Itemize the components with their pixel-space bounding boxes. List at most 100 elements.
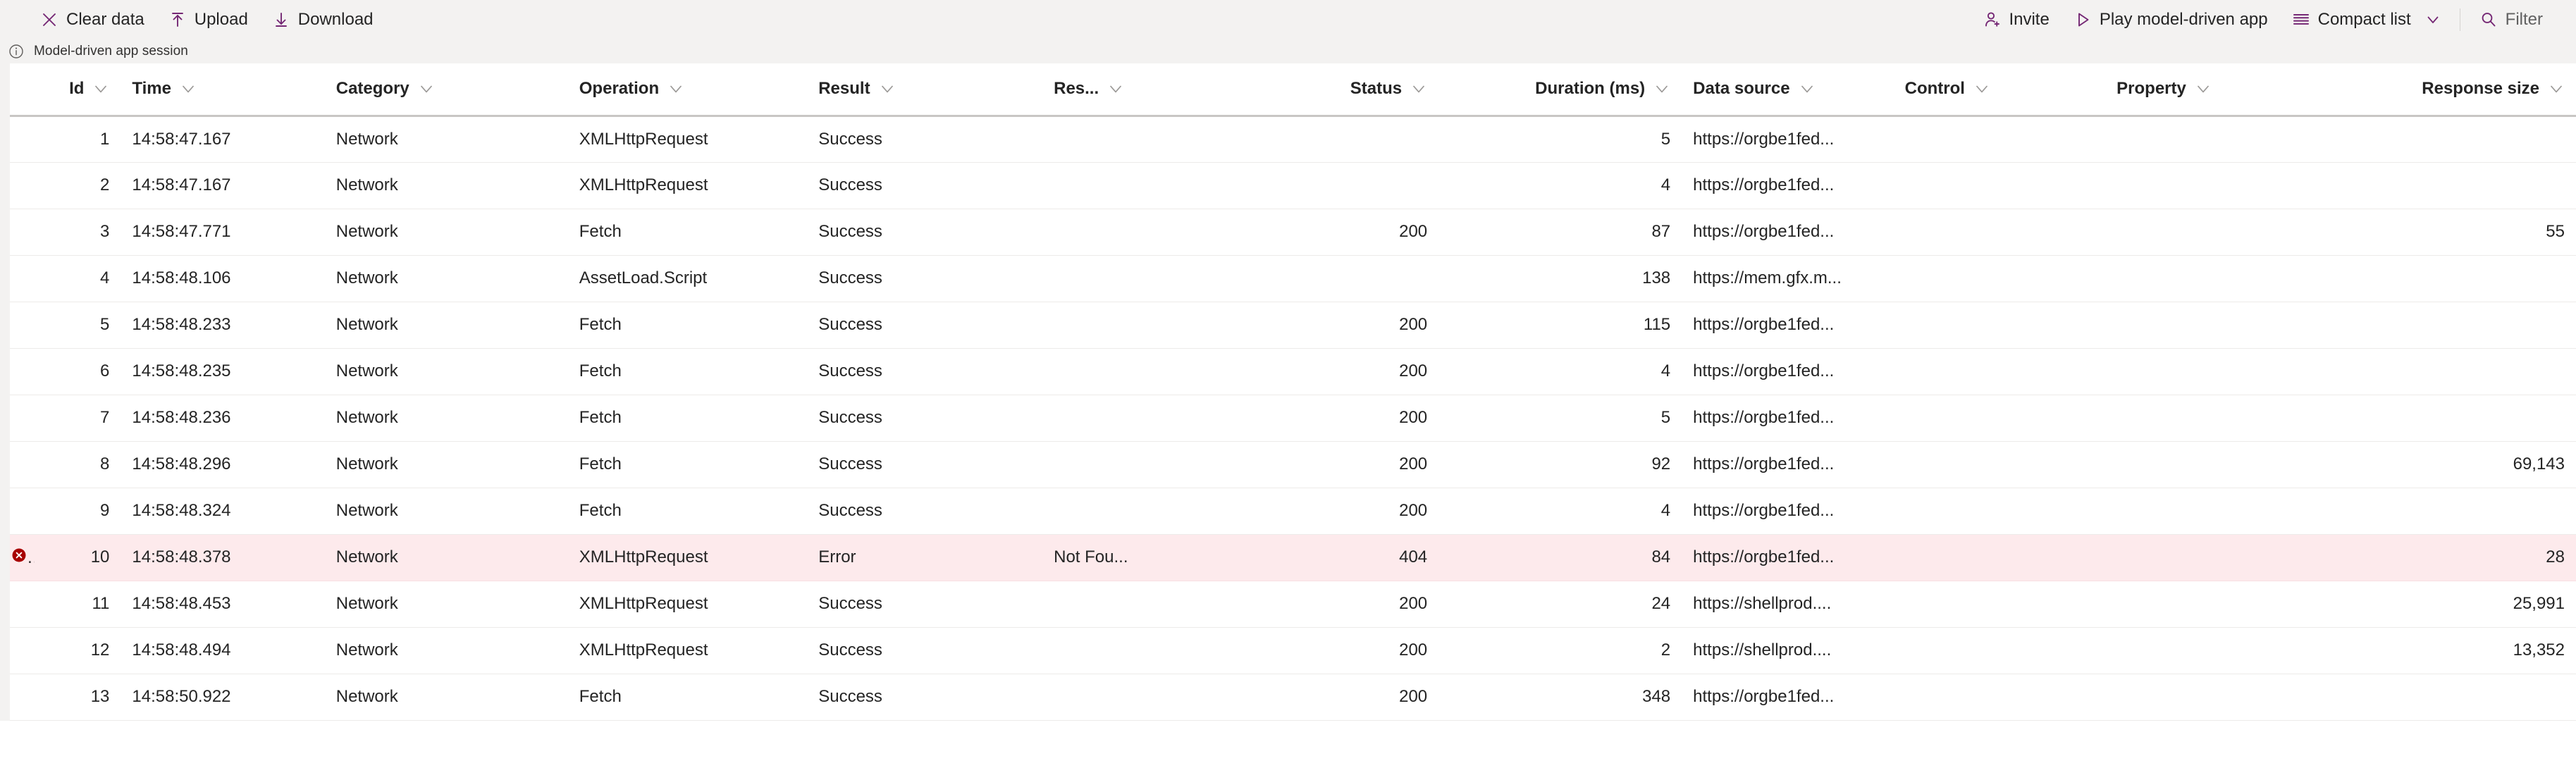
cell-id: 8	[34, 441, 121, 488]
sort-chevron-icon[interactable]	[1107, 80, 1124, 97]
sort-chevron-icon[interactable]	[879, 80, 896, 97]
column-header-result[interactable]: Result	[807, 63, 1043, 117]
cell-duration: 84	[1438, 534, 1682, 581]
column-header-category[interactable]: Category	[324, 63, 568, 117]
column-header-duration[interactable]: Duration (ms)	[1438, 63, 1682, 117]
table-row[interactable]: 12 14:58:48.494 Network XMLHttpRequest Succe…	[0, 627, 2576, 674]
table-row[interactable]: 2 14:58:47.167 Network XMLHttpRequest Succes…	[0, 162, 2576, 209]
cell-data_source: https://orgbe1fed...	[1682, 534, 1894, 581]
sort-chevron-icon[interactable]	[1973, 80, 1990, 97]
column-header-property[interactable]: Property	[2105, 63, 2317, 117]
cell-data_source: https://orgbe1fed...	[1682, 395, 1894, 442]
cell-status: 200	[1188, 441, 1439, 488]
invite-button[interactable]: Invite	[1971, 0, 2061, 39]
sort-chevron-icon[interactable]	[1410, 80, 1427, 97]
clear-data-button[interactable]: Clear data	[28, 0, 156, 39]
cell-category: Network	[324, 488, 568, 535]
compact-list-button[interactable]: Compact list	[2280, 0, 2453, 39]
column-header-label: Res...	[1054, 79, 1099, 99]
table-row[interactable]: 13 14:58:50.922 Network Fetch Success 200 348 h…	[0, 674, 2576, 721]
sort-chevron-icon[interactable]	[92, 80, 109, 97]
sort-chevron-icon[interactable]	[667, 80, 684, 97]
cell-duration: 2	[1438, 627, 1682, 674]
cell-response_size	[2317, 116, 2576, 163]
cell-operation: Fetch	[567, 302, 808, 349]
sort-chevron-icon[interactable]	[2548, 80, 2565, 97]
download-label: Download	[297, 10, 374, 29]
sort-chevron-icon[interactable]	[2195, 80, 2212, 97]
cell-status: 200	[1188, 395, 1439, 442]
search-icon	[2479, 11, 2498, 29]
table-row[interactable]: 6 14:58:48.235 Network Fetch Success 200 4 http…	[0, 348, 2576, 395]
filter-button[interactable]: Filter	[2467, 0, 2555, 39]
column-header-status[interactable]: Status	[1188, 63, 1439, 117]
table-row[interactable]: 7 14:58:48.236 Network Fetch Success 200 5 http…	[0, 395, 2576, 442]
cell-res	[1042, 162, 1188, 209]
close-icon	[40, 11, 58, 29]
cell-category: Network	[324, 395, 568, 442]
cell-status: 404	[1188, 534, 1439, 581]
table-row[interactable]: 4 14:58:48.106 Network AssetLoad.Script Succ…	[0, 255, 2576, 302]
sort-chevron-icon[interactable]	[1799, 80, 1816, 97]
cell-data_source: https://orgbe1fed...	[1682, 116, 1894, 163]
column-header-label: Status	[1350, 79, 1403, 99]
cell-id: 4	[34, 255, 121, 302]
table-row[interactable]: 11 14:58:48.453 Network XMLHttpRequest Succe…	[0, 581, 2576, 628]
table-row[interactable]: 1 14:58:47.167 Network XMLHttpRequest Succes…	[0, 116, 2576, 163]
column-header-res[interactable]: Res...	[1042, 63, 1188, 117]
cell-control	[1893, 116, 2106, 163]
info-icon	[8, 44, 24, 59]
sort-chevron-icon[interactable]	[418, 80, 435, 97]
column-header-label: Id	[69, 79, 85, 99]
cell-res: Not Fou...	[1042, 534, 1188, 581]
cell-operation: XMLHttpRequest	[567, 581, 808, 628]
cell-res	[1042, 395, 1188, 442]
cell-operation: Fetch	[567, 441, 808, 488]
cell-category: Network	[324, 348, 568, 395]
cell-time: 14:58:47.167	[121, 116, 325, 163]
play-model-driven-app-button[interactable]: Play model-driven app	[2062, 0, 2280, 39]
column-header-control[interactable]: Control	[1893, 63, 2106, 117]
table-row[interactable]: 5 14:58:48.233 Network Fetch Success 200 115 ht…	[0, 302, 2576, 349]
cell-data_source: https://shellprod....	[1682, 581, 1894, 628]
cell-control	[1893, 488, 2106, 535]
invite-label: Invite	[2009, 10, 2050, 29]
cell-duration: 24	[1438, 581, 1682, 628]
table-row[interactable]: 10 14:58:48.378 Network XMLHttpRequest Error…	[0, 534, 2576, 581]
cell-operation: Fetch	[567, 488, 808, 535]
upload-icon	[168, 11, 187, 29]
cell-result: Success	[807, 162, 1043, 209]
table-row[interactable]: 8 14:58:48.296 Network Fetch Success 200 92 htt…	[0, 441, 2576, 488]
sort-chevron-icon[interactable]	[180, 80, 197, 97]
cell-control	[1893, 348, 2106, 395]
cell-control	[1893, 395, 2106, 442]
cell-control	[1893, 255, 2106, 302]
column-header-label: Control	[1904, 79, 1965, 99]
cell-result: Success	[807, 674, 1043, 721]
cell-res	[1042, 488, 1188, 535]
cell-response_size: 69,143	[2317, 441, 2576, 488]
upload-button[interactable]: Upload	[156, 0, 260, 39]
cell-property	[2105, 348, 2317, 395]
cell-response_size	[2317, 488, 2576, 535]
cell-operation: XMLHttpRequest	[567, 627, 808, 674]
cell-res	[1042, 116, 1188, 163]
grid-scroll-region[interactable]: Id Time Category Operation Result Res... Statu…	[0, 63, 2576, 721]
cell-time: 14:58:47.167	[121, 162, 325, 209]
column-header-operation[interactable]: Operation	[567, 63, 808, 117]
column-header-data_source[interactable]: Data source	[1682, 63, 1894, 117]
table-row[interactable]: 9 14:58:48.324 Network Fetch Success 200 4 http…	[0, 488, 2576, 535]
cell-id: 12	[34, 627, 121, 674]
column-header-response_size[interactable]: Response size	[2317, 63, 2576, 117]
cell-control	[1893, 674, 2106, 721]
sort-chevron-icon[interactable]	[1653, 80, 1670, 97]
cell-time: 14:58:48.378	[121, 534, 325, 581]
column-header-time[interactable]: Time	[121, 63, 325, 117]
cell-property	[2105, 581, 2317, 628]
cell-id: 7	[34, 395, 121, 442]
cell-category: Network	[324, 441, 568, 488]
column-header-id[interactable]: Id	[34, 63, 121, 117]
chevron-down-icon[interactable]	[2425, 12, 2441, 27]
table-row[interactable]: 3 14:58:47.771 Network Fetch Success 200 87 htt…	[0, 209, 2576, 256]
download-button[interactable]: Download	[260, 0, 386, 39]
